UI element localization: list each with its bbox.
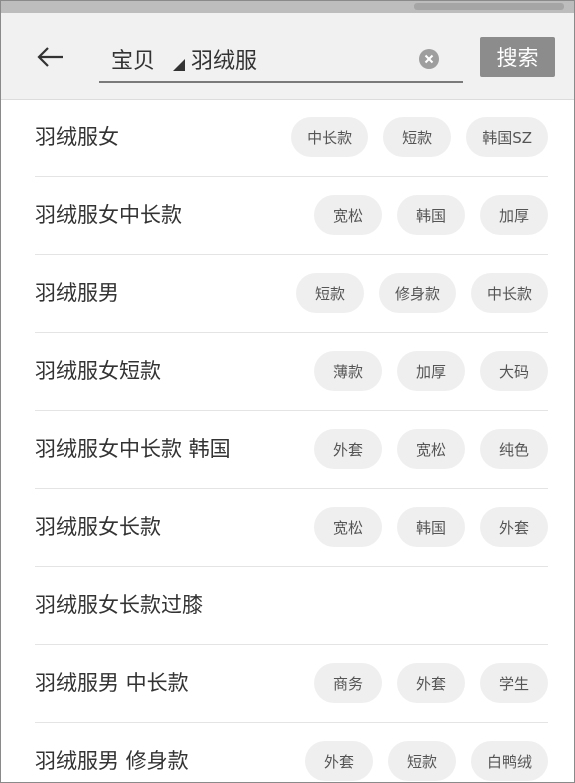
suggestion-text[interactable]: 羽绒服女短款: [35, 355, 161, 385]
suggestion-tag[interactable]: 短款: [295, 273, 364, 313]
suggestion-tags: 外套 宽松 纯色: [314, 429, 548, 469]
app-screen: 宝贝 羽绒服 搜索 羽绒服女 中长款 短款 韩国SZ 羽绒服女中长款 宽松 韩国…: [0, 0, 575, 783]
suggestion-text[interactable]: 羽绒服女: [35, 121, 119, 151]
suggestion-tag[interactable]: 短款: [383, 117, 452, 157]
suggestion-tag[interactable]: 外套: [480, 507, 548, 547]
suggestion-tag[interactable]: 外套: [397, 663, 465, 703]
status-bar: [1, 1, 574, 13]
suggestion-tag[interactable]: 韩国SZ: [466, 117, 548, 157]
suggestion-tags: 薄款 加厚 大码: [314, 351, 548, 391]
clear-search-button[interactable]: [419, 49, 439, 69]
search-input[interactable]: 羽绒服: [191, 43, 257, 75]
suggestion-text[interactable]: 羽绒服女长款: [35, 511, 161, 541]
suggestion-tag[interactable]: 学生: [480, 663, 548, 703]
suggestion-tag[interactable]: 韩国: [397, 195, 465, 235]
suggestion-row[interactable]: 羽绒服女中长款 宽松 韩国 加厚: [1, 177, 574, 255]
suggestion-row[interactable]: 羽绒服男 修身款 外套 短款 白鸭绒: [1, 723, 574, 782]
suggestion-tag[interactable]: 中长款: [291, 117, 369, 157]
suggestion-row[interactable]: 羽绒服女长款过膝: [1, 567, 574, 645]
search-button[interactable]: 搜索: [480, 37, 555, 77]
suggestion-row[interactable]: 羽绒服女长款 宽松 韩国 外套: [1, 489, 574, 567]
suggestion-tags: 中长款 短款 韩国SZ: [291, 117, 548, 157]
suggestion-tag[interactable]: 加厚: [480, 195, 548, 235]
arrow-left-icon: [37, 47, 63, 67]
search-header: 宝贝 羽绒服 搜索: [1, 13, 574, 100]
suggestion-tag[interactable]: 宽松: [314, 507, 382, 547]
search-category-selector[interactable]: 宝贝: [111, 43, 155, 75]
search-field[interactable]: 宝贝 羽绒服: [99, 39, 463, 83]
suggestion-tag[interactable]: 外套: [304, 741, 373, 781]
suggestion-tag[interactable]: 宽松: [314, 195, 382, 235]
suggestion-row[interactable]: 羽绒服男 中长款 商务 外套 学生: [1, 645, 574, 723]
suggestion-text[interactable]: 羽绒服男 修身款: [35, 745, 189, 775]
suggestion-tag[interactable]: 韩国: [397, 507, 465, 547]
suggestion-tag[interactable]: 纯色: [480, 429, 548, 469]
suggestion-tag[interactable]: 薄款: [314, 351, 382, 391]
suggestion-tags: 商务 外套 学生: [314, 663, 548, 703]
suggestion-tag[interactable]: 宽松: [397, 429, 465, 469]
status-icons: [414, 3, 564, 10]
suggestion-text[interactable]: 羽绒服女中长款 韩国: [35, 433, 231, 463]
suggestion-tags: 宽松 韩国 外套: [314, 507, 548, 547]
suggestion-text[interactable]: 羽绒服男: [35, 277, 119, 307]
suggestion-tag[interactable]: 商务: [314, 663, 382, 703]
suggestion-text[interactable]: 羽绒服女长款过膝: [35, 589, 203, 619]
suggestion-row[interactable]: 羽绒服女中长款 韩国 外套 宽松 纯色: [1, 411, 574, 489]
caret-down-icon[interactable]: [173, 59, 185, 71]
suggestion-tags: 短款 修身款 中长款: [295, 273, 548, 313]
suggestion-tags: 外套 短款 白鸭绒: [304, 741, 548, 781]
suggestion-tags: 宽松 韩国 加厚: [314, 195, 548, 235]
suggestion-list: 羽绒服女 中长款 短款 韩国SZ 羽绒服女中长款 宽松 韩国 加厚 羽绒服男 短…: [1, 99, 574, 782]
suggestion-tag[interactable]: 短款: [387, 741, 456, 781]
suggestion-tag[interactable]: 大码: [480, 351, 548, 391]
suggestion-tag[interactable]: 中长款: [470, 273, 548, 313]
suggestion-tag[interactable]: 外套: [314, 429, 382, 469]
suggestion-row[interactable]: 羽绒服女 中长款 短款 韩国SZ: [1, 99, 574, 177]
suggestion-row[interactable]: 羽绒服男 短款 修身款 中长款: [1, 255, 574, 333]
suggestion-text[interactable]: 羽绒服女中长款: [35, 199, 182, 229]
suggestion-row[interactable]: 羽绒服女短款 薄款 加厚 大码: [1, 333, 574, 411]
suggestion-tag[interactable]: 修身款: [378, 273, 456, 313]
close-icon: [424, 54, 434, 64]
suggestion-text[interactable]: 羽绒服男 中长款: [35, 667, 189, 697]
back-button[interactable]: [29, 37, 73, 77]
suggestion-tag[interactable]: 白鸭绒: [470, 741, 548, 781]
suggestion-tag[interactable]: 加厚: [397, 351, 465, 391]
